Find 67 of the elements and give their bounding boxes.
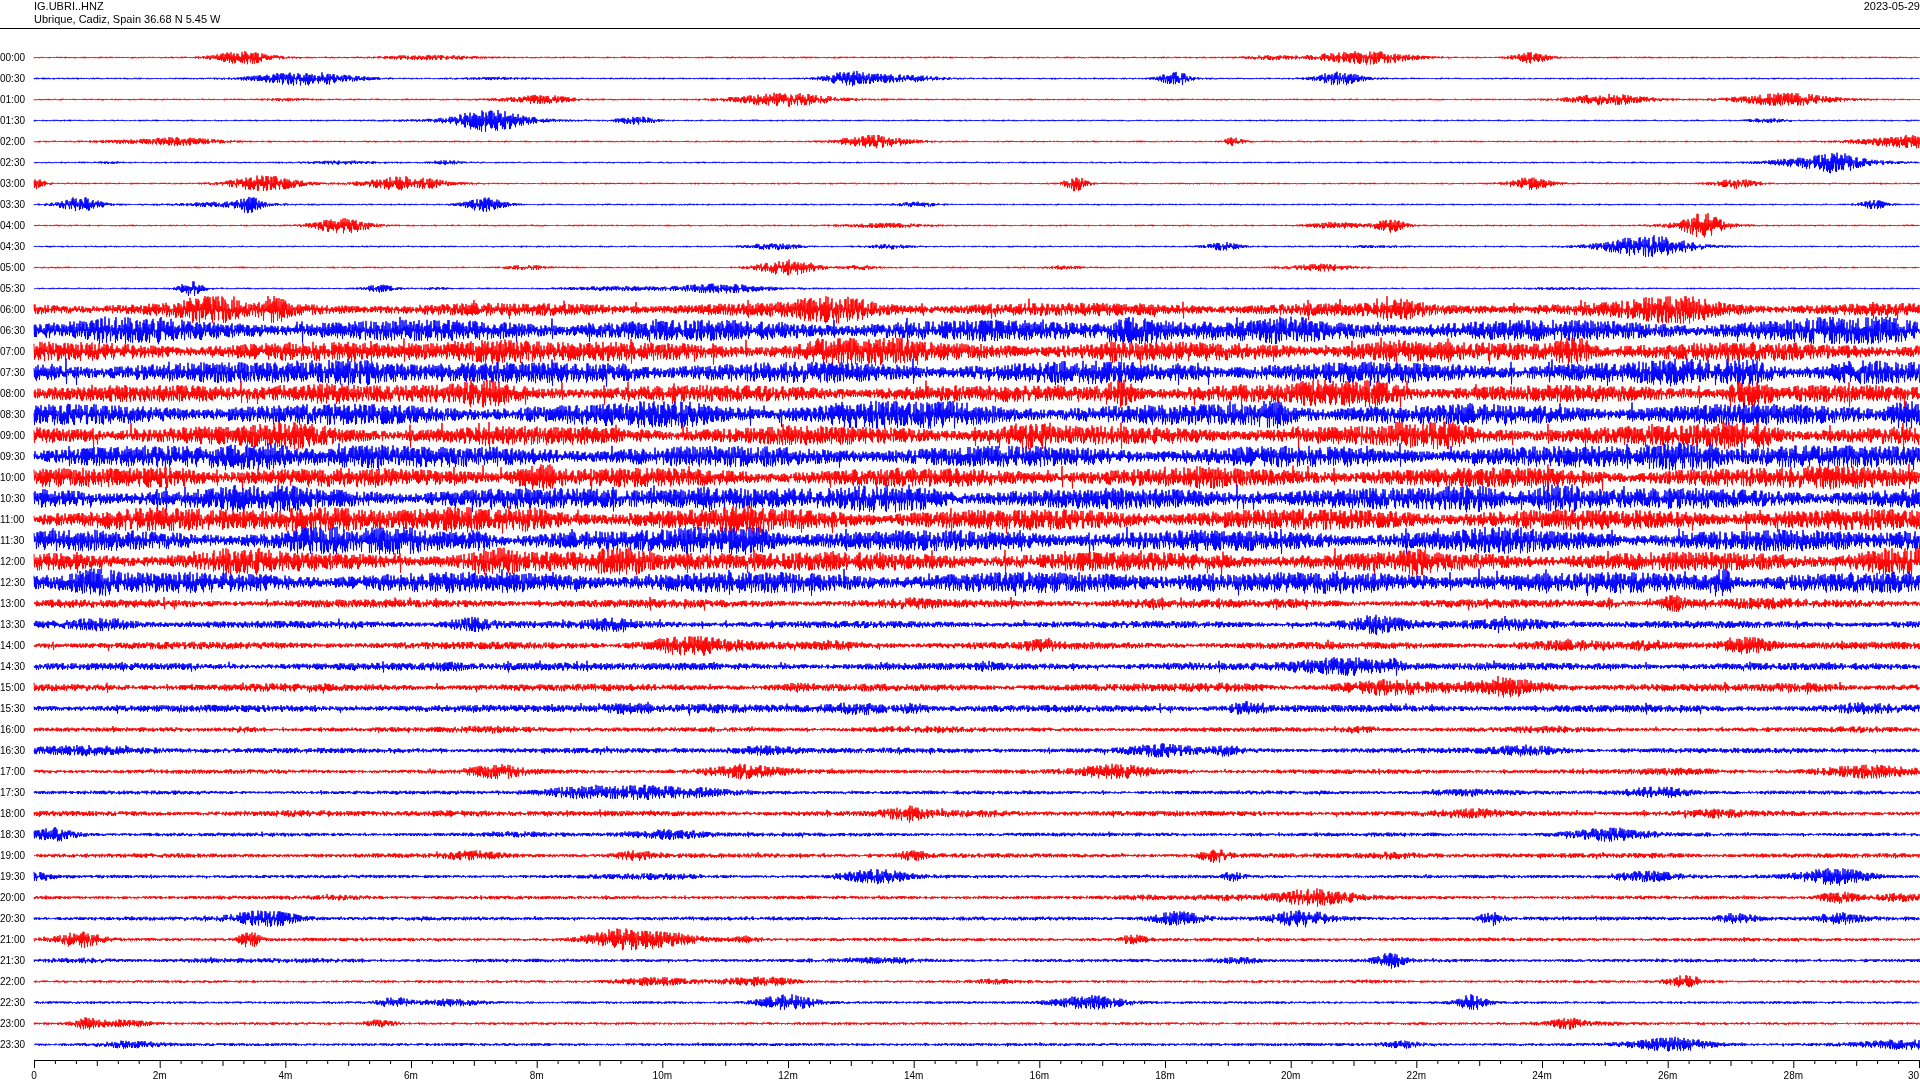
time-label: 21:00	[0, 933, 27, 946]
time-label: 01:30	[0, 114, 27, 127]
time-label: 07:30	[0, 366, 27, 379]
station-code: IG.UBRI..HNZ	[34, 0, 105, 13]
time-label: 15:30	[0, 702, 27, 715]
tick-label: 8m	[529, 1070, 544, 1080]
tick-label: 0	[31, 1070, 37, 1080]
time-label: 03:30	[0, 198, 27, 211]
time-label: 07:00	[0, 345, 27, 358]
tick-label: 4m	[278, 1070, 293, 1080]
time-label: 05:00	[0, 261, 27, 274]
tick-label: 2m	[152, 1070, 167, 1080]
time-label: 18:00	[0, 807, 27, 820]
time-label: 17:30	[0, 786, 27, 799]
time-label: 14:00	[0, 639, 27, 652]
time-label: 13:30	[0, 618, 27, 631]
tick-label: 6m	[404, 1070, 418, 1080]
tick-label: 26m	[1657, 1070, 1678, 1080]
time-label: 20:00	[0, 891, 27, 904]
time-label: 19:30	[0, 870, 27, 883]
time-label: 02:00	[0, 135, 27, 148]
time-label: 08:00	[0, 387, 27, 400]
time-label: 15:00	[0, 681, 27, 694]
time-label: 23:00	[0, 1017, 27, 1030]
time-label: 09:30	[0, 450, 27, 463]
time-label: 20:30	[0, 912, 27, 925]
time-label: 12:30	[0, 576, 27, 589]
time-label: 14:30	[0, 660, 27, 673]
time-label: 17:00	[0, 765, 27, 778]
tick-label: 28m	[1783, 1070, 1804, 1080]
time-label: 18:30	[0, 828, 27, 841]
tick-label: 16m	[1029, 1070, 1050, 1080]
time-label: 16:30	[0, 744, 27, 757]
time-label: 21:30	[0, 954, 27, 967]
time-label: 12:00	[0, 555, 27, 568]
time-label: 19:00	[0, 849, 27, 862]
time-label: 22:30	[0, 996, 27, 1009]
tick-label: 12m	[778, 1070, 798, 1080]
tick-label: 24m	[1532, 1070, 1552, 1080]
tick-label: 18m	[1155, 1070, 1175, 1080]
time-label: 22:00	[0, 975, 27, 988]
time-label: 09:00	[0, 429, 27, 442]
time-label: 03:00	[0, 177, 27, 190]
time-label: 01:00	[0, 93, 27, 106]
tick-label: 30	[1907, 1070, 1919, 1080]
time-label: 11:00	[0, 513, 26, 526]
station-location: Ubrique, Cadiz, Spain 36.68 N 5.45 W	[34, 13, 221, 26]
time-label: 10:00	[0, 471, 27, 484]
time-label: 04:30	[0, 240, 27, 253]
date-label: 2023-05-29	[1863, 0, 1920, 14]
time-label: 02:30	[0, 156, 27, 169]
time-label: 06:00	[0, 303, 27, 316]
tick-label: 10m	[652, 1070, 673, 1080]
time-label: 11:30	[0, 534, 26, 547]
time-label: 05:30	[0, 282, 27, 295]
tick-label: 22m	[1406, 1070, 1427, 1080]
time-label: 10:30	[0, 492, 27, 505]
tick-label: 20m	[1280, 1070, 1301, 1080]
tick-label: 14m	[903, 1070, 924, 1080]
time-label: 08:30	[0, 408, 27, 421]
time-label: 00:30	[0, 72, 27, 85]
time-label: 04:00	[0, 219, 27, 232]
time-label: 06:30	[0, 324, 27, 337]
time-label: 23:30	[0, 1038, 27, 1051]
time-label: 00:00	[0, 51, 27, 64]
time-label: 16:00	[0, 723, 27, 736]
time-label: 13:00	[0, 597, 27, 610]
